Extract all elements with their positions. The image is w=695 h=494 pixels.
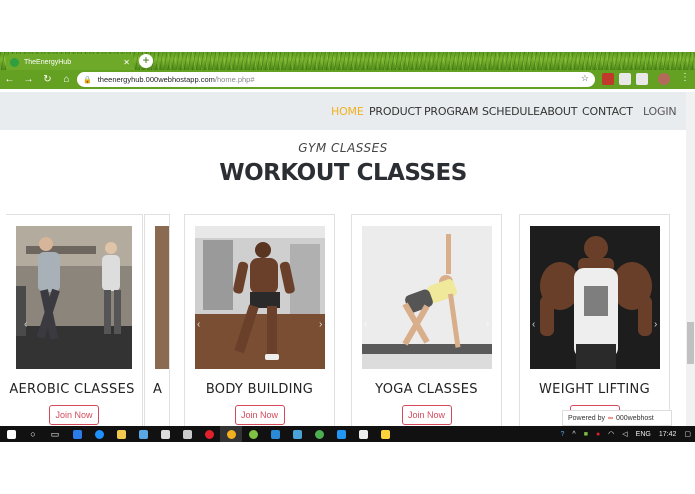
back-icon[interactable]: ← [0,74,19,85]
home-icon[interactable]: ⌂ [57,74,76,85]
class-image-partial [155,226,169,369]
url-path: /home.php# [214,75,255,84]
lock-icon: 🔒 [83,76,92,84]
badge-prefix: Powered by [568,414,605,422]
carousel-next-icon[interactable]: › [319,319,322,330]
vs-icon[interactable] [132,426,154,442]
class-card-yoga: ‹ › YOGA CLASSES Join Now [351,214,502,426]
section-title: WORKOUT CLASSES [219,160,467,186]
class-name: YOGA CLASSES [375,382,478,397]
carousel-prev-icon[interactable]: ‹ [532,319,535,330]
browser-tabstrip: TheEnergyHub ✕ + [0,52,695,70]
green-app-icon[interactable] [308,426,330,442]
notification-icon[interactable]: ▢ [684,430,691,438]
window-app-icon[interactable] [352,426,374,442]
photos-icon[interactable] [176,426,198,442]
join-now-button[interactable]: Join Now [234,405,285,425]
os-taskbar: ○ ▭ ? ^ ■ ● ◠ ◁ ENG 17:42 ▢ [0,426,695,442]
extension-clipboard-icon[interactable] [636,73,648,85]
dropbox-icon[interactable] [66,426,88,442]
nav-contact[interactable]: CONTACT [582,105,633,118]
android-studio-icon[interactable] [242,426,264,442]
extension-mail-icon[interactable] [619,73,631,85]
help-icon[interactable]: ? [561,431,565,438]
class-image-aerobic [16,226,132,369]
class-name: AEROBIC CLASSES [9,382,135,397]
vscode-icon[interactable] [264,426,286,442]
class-card-aerobic: ‹ AEROBIC CLASSES Join Now [6,214,143,426]
nav-about[interactable]: ABOUT [540,105,578,118]
opera-tray-icon[interactable]: ● [596,431,600,438]
close-icon[interactable]: ✕ [123,58,130,67]
search-icon[interactable]: ○ [22,426,44,442]
nav-schedule[interactable]: SCHEDULE [482,105,540,118]
chrome-icon[interactable] [220,426,242,442]
edge-icon[interactable] [88,426,110,442]
nav-program[interactable]: PROGRAM [424,105,478,118]
forward-icon[interactable]: → [19,74,38,85]
class-card-body-building: ‹ › BODY BUILDING Join Now [184,214,335,426]
class-name: BODY BUILDING [205,382,314,397]
join-now-button[interactable]: Join Now [49,405,99,425]
scrollbar-thumb[interactable] [687,322,694,364]
profile-avatar[interactable] [658,73,670,85]
page-scrollbar[interactable] [686,92,695,426]
class-image-weight-lifting [530,226,660,369]
section-subtitle: GYM CLASSES [298,141,388,155]
badge-brand: 000webhost [615,414,654,422]
class-name: A [153,382,163,397]
windows-start-icon[interactable] [0,426,22,442]
webhost-logo-icon: ∞ [607,414,613,422]
carousel-next-icon[interactable]: › [486,319,489,330]
task-view-icon[interactable]: ▭ [44,426,66,442]
url-host: theenergyhub.000webhostapp.com [97,75,215,84]
extension-pdf-icon[interactable] [602,73,614,85]
browser-toolbar: ← → ↻ ⌂ 🔒 theenergyhub.000webhostapp.com… [0,70,695,89]
store-icon[interactable] [154,426,176,442]
carousel-next-icon[interactable]: › [654,319,657,330]
sticky-notes-icon[interactable] [374,426,396,442]
browser-menu-icon[interactable]: ⋮ [680,72,690,83]
language-indicator[interactable]: ENG [636,431,651,438]
wifi-icon[interactable]: ◠ [608,430,614,438]
class-image-yoga [362,226,492,369]
nav-login[interactable]: LOGIN [643,105,677,118]
new-tab-button[interactable]: + [139,54,153,68]
browser-tab[interactable]: TheEnergyHub ✕ [6,54,134,70]
class-card-weight-lifting: ‹ › WEIGHT LIFTING Join Now [519,214,670,426]
powered-by-badge[interactable]: Powered by ∞ 000webhost [562,410,672,426]
blue-app-icon[interactable] [330,426,352,442]
carousel-prev-icon[interactable]: ‹ [24,319,27,330]
reload-icon[interactable]: ↻ [38,74,57,85]
bookmark-star-icon[interactable]: ☆ [581,73,589,84]
favicon-icon [10,57,19,67]
chevron-up-icon[interactable]: ^ [572,431,575,438]
class-name: WEIGHT LIFTING [539,382,650,397]
class-image-body-building [195,226,325,369]
screen-top-margin [0,0,695,52]
volume-icon[interactable]: ◁ [622,430,627,438]
tab-title: TheEnergyHub [24,58,72,66]
nav-product[interactable]: PRODUCT [369,105,422,118]
clock[interactable]: 17:42 [659,431,677,438]
site-navbar: HOME PRODUCT PROGRAM SCHEDULE ABOUT CONT… [0,92,686,130]
join-now-button[interactable]: Join Now [401,405,452,425]
app-icon[interactable] [286,426,308,442]
file-explorer-icon[interactable] [110,426,132,442]
system-tray: ? ^ ■ ● ◠ ◁ ENG 17:42 ▢ [557,426,695,442]
screen-bottom-margin [0,442,695,494]
nav-home[interactable]: HOME [331,105,364,118]
carousel-prev-icon[interactable]: ‹ [364,319,367,330]
opera-icon[interactable] [198,426,220,442]
address-bar[interactable]: 🔒 theenergyhub.000webhostapp.com /home.p… [77,72,595,87]
tray-app-icon[interactable]: ■ [584,431,588,438]
class-card-partial: A [144,214,170,426]
carousel-prev-icon[interactable]: ‹ [197,319,200,330]
